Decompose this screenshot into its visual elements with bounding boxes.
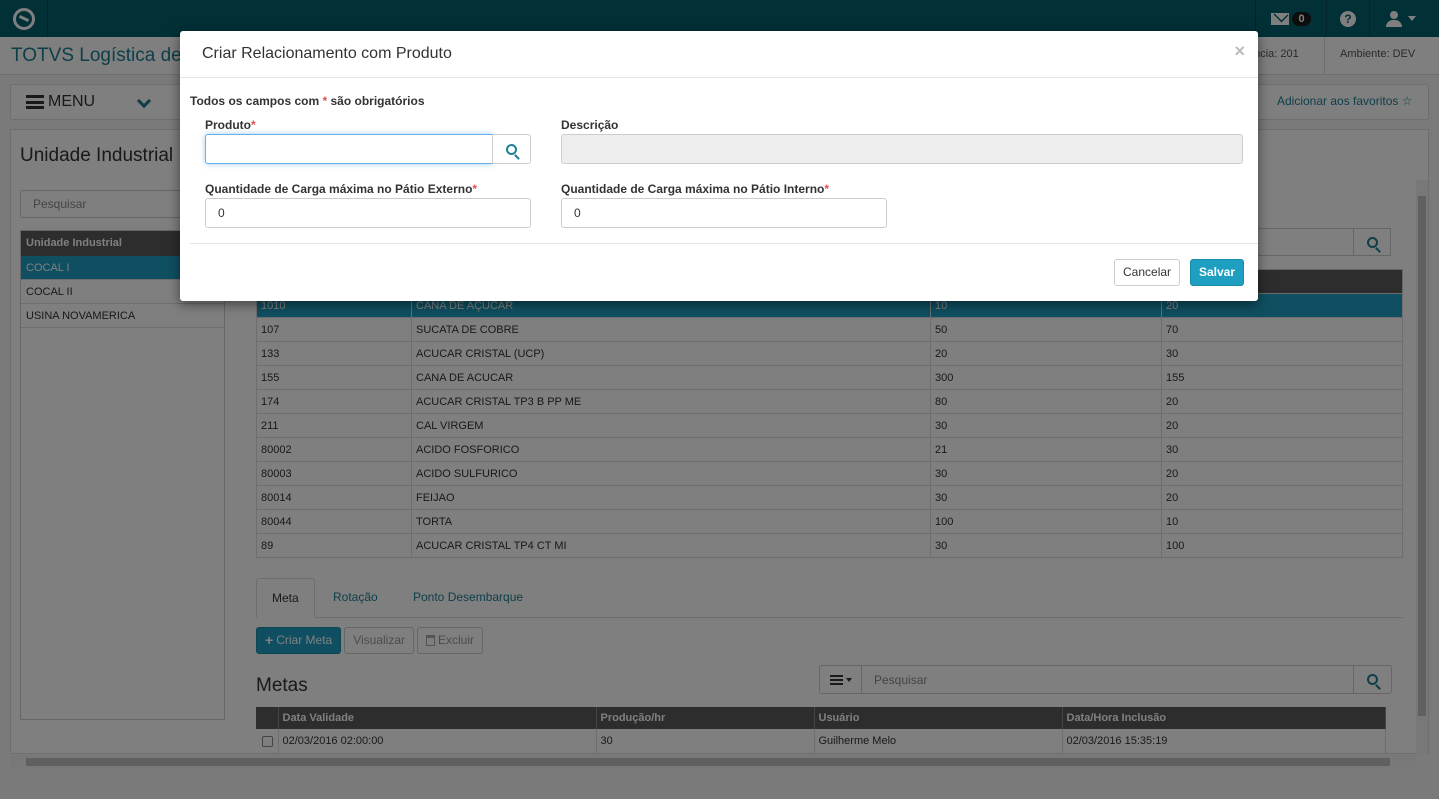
- produto-search-button[interactable]: [492, 134, 531, 164]
- search-icon: [506, 143, 517, 155]
- externo-label: Quantidade de Carga máxima no Pátio Exte…: [205, 182, 478, 196]
- produto-input[interactable]: [205, 134, 493, 164]
- close-icon[interactable]: ×: [1234, 41, 1245, 62]
- produto-label: Produto*: [205, 118, 256, 132]
- dialog-header: Criar Relacionamento com Produto ×: [180, 31, 1258, 78]
- interno-label: Quantidade de Carga máxima no Pátio Inte…: [561, 182, 830, 196]
- cancel-button[interactable]: Cancelar: [1114, 259, 1181, 286]
- descricao-label: Descrição: [561, 118, 619, 132]
- dialog-title: Criar Relacionamento com Produto: [202, 45, 452, 62]
- required-fields-note: Todos os campos com * são obrigatórios: [190, 94, 425, 108]
- save-button[interactable]: Salvar: [1190, 259, 1245, 286]
- create-product-relation-dialog: Criar Relacionamento com Produto × Todos…: [180, 31, 1258, 301]
- externo-input[interactable]: 0: [205, 198, 531, 228]
- dialog-footer-divider: [190, 243, 1258, 244]
- descricao-field: [561, 134, 1243, 164]
- interno-input[interactable]: 0: [561, 198, 887, 228]
